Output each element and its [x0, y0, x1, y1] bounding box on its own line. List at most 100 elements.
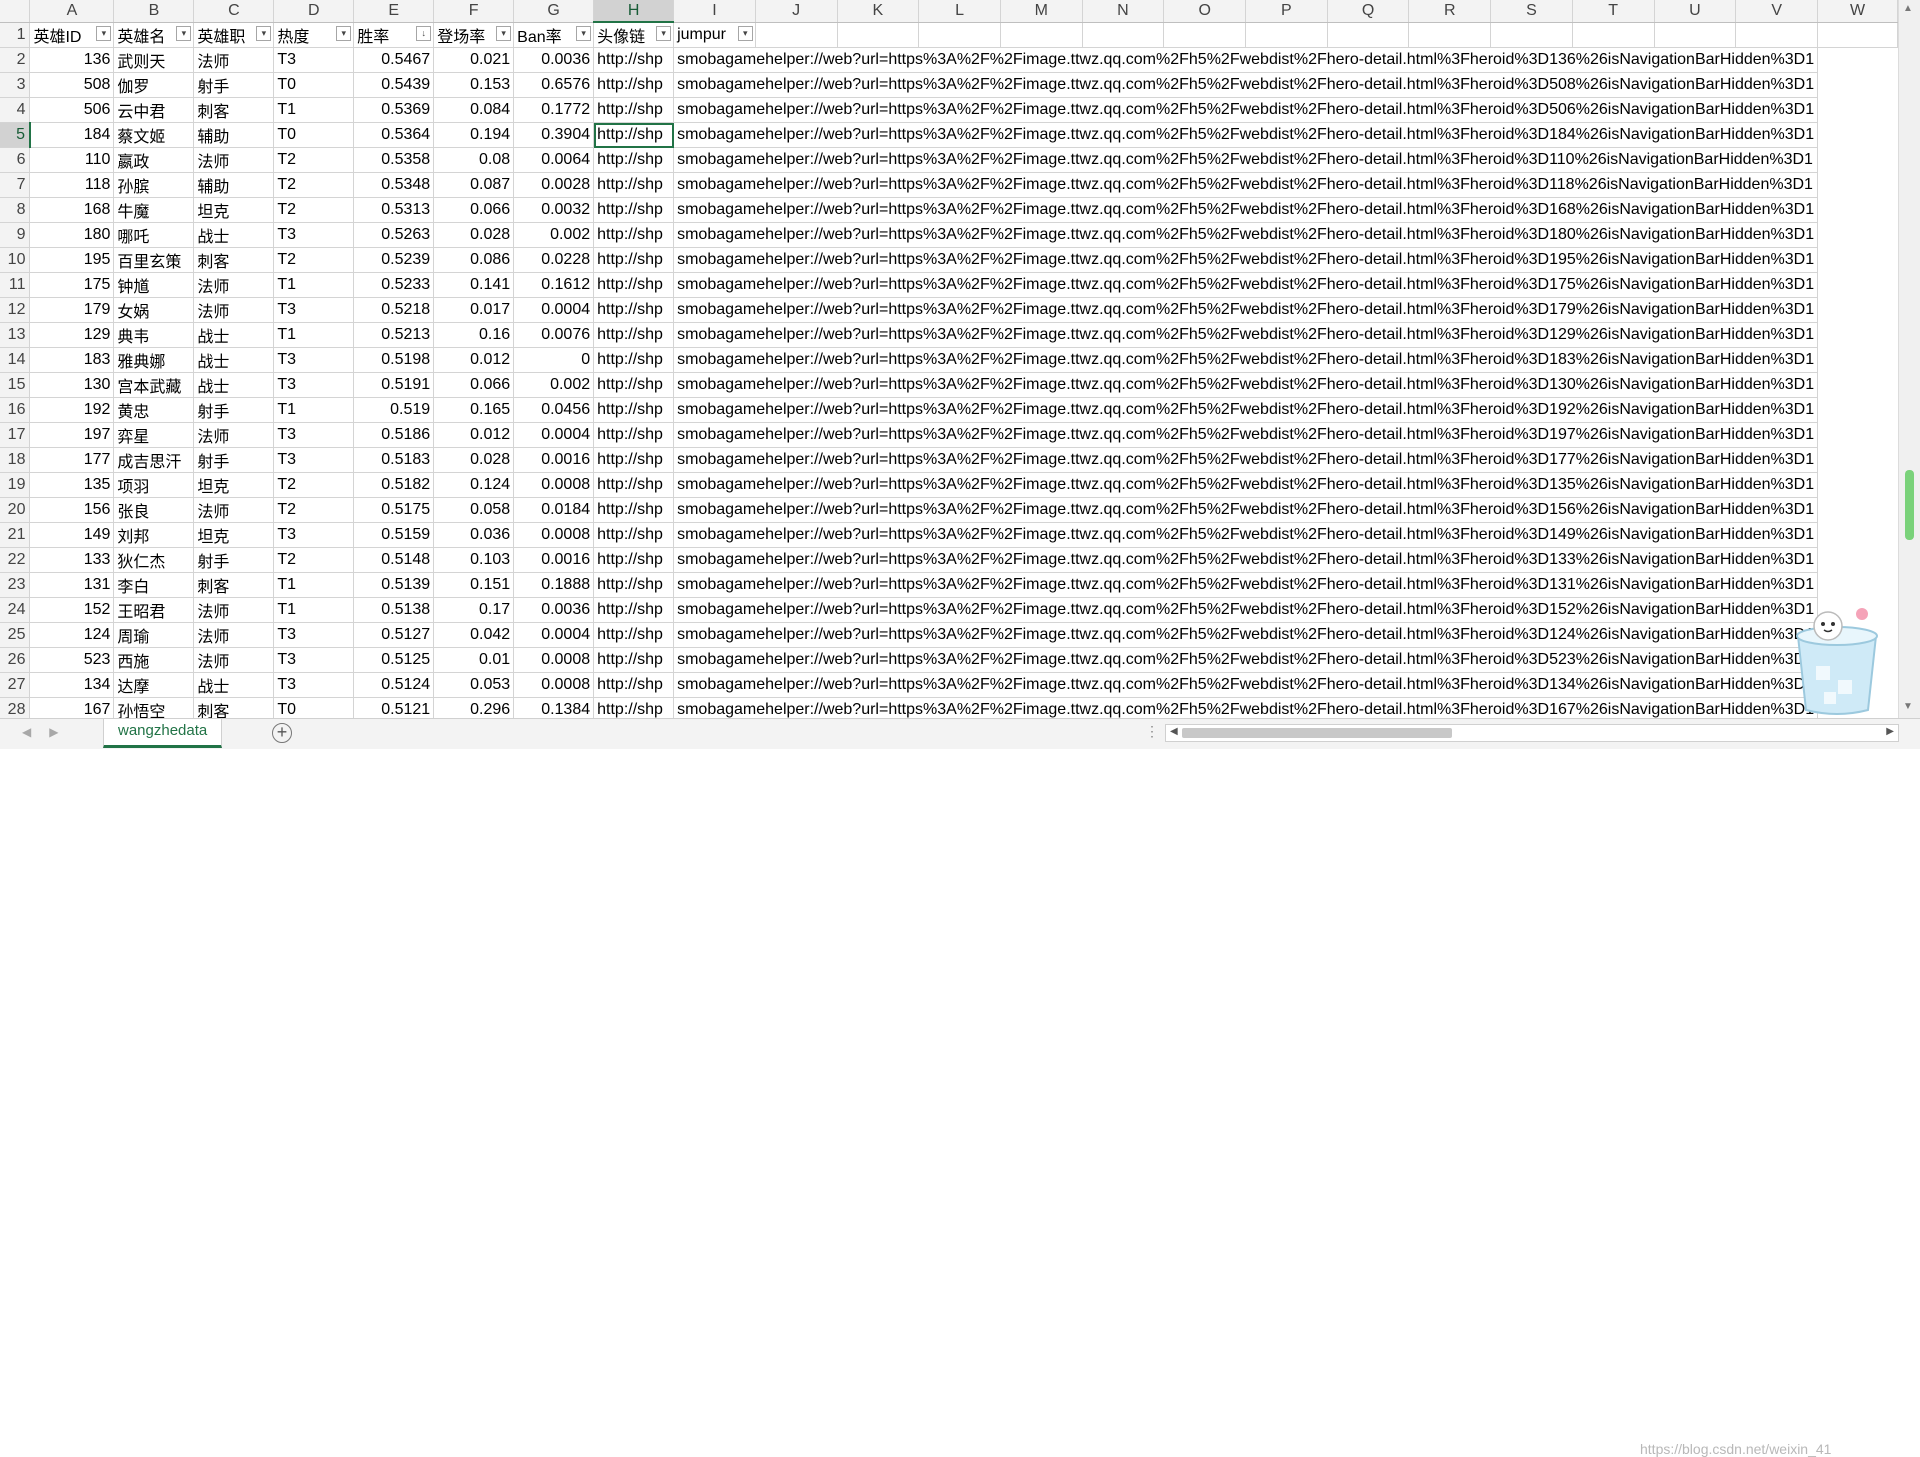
cell-ban-rate[interactable]: 0	[513, 347, 595, 373]
row-header[interactable]: 10	[0, 247, 31, 273]
cell-jump-url[interactable]: smobagamehelper://web?url=https%3A%2F%2F…	[673, 522, 1819, 548]
cell-win-rate[interactable]: 0.5213	[353, 322, 435, 348]
cell-hero-name[interactable]: 武则天	[113, 47, 195, 73]
cell-hero-name[interactable]: 孙膑	[113, 172, 195, 198]
cell-hero-name[interactable]: 女娲	[113, 297, 195, 323]
cell-hero-id[interactable]: 130	[29, 372, 115, 398]
row-header[interactable]: 24	[0, 597, 31, 623]
horizontal-scrollbar[interactable]: ◀ ▶	[1165, 724, 1899, 742]
cell-avatar-link[interactable]: http://shp	[593, 147, 675, 173]
cell-pick-rate[interactable]: 0.165	[433, 397, 515, 423]
cell-hero-id[interactable]: 508	[29, 72, 115, 98]
cell-pick-rate[interactable]: 0.17	[433, 597, 515, 623]
cell-heat[interactable]: T3	[273, 672, 355, 698]
row-header[interactable]: 25	[0, 622, 31, 648]
column-header-V[interactable]: V	[1735, 0, 1819, 23]
row-header[interactable]: 3	[0, 72, 31, 98]
cell-pick-rate[interactable]: 0.021	[433, 47, 515, 73]
cell-hero-role[interactable]: 辅助	[193, 122, 275, 148]
cell-ban-rate[interactable]: 0.0004	[513, 422, 595, 448]
cell-hero-name[interactable]: 孙悟空	[113, 697, 195, 718]
cell-pick-rate[interactable]: 0.08	[433, 147, 515, 173]
cell-avatar-link[interactable]: http://shp	[593, 297, 675, 323]
cell-win-rate[interactable]: 0.5175	[353, 497, 435, 523]
cell-hero-id[interactable]: 134	[29, 672, 115, 698]
cell-hero-id[interactable]: 149	[29, 522, 115, 548]
row-header[interactable]: 18	[0, 447, 31, 473]
column-header-T[interactable]: T	[1572, 0, 1655, 23]
cell-hero-role[interactable]: 辅助	[193, 172, 275, 198]
cell-hero-name[interactable]: 典韦	[113, 322, 195, 348]
cell-heat[interactable]: T1	[273, 397, 355, 423]
header-cell-ban-rate[interactable]: Ban率 ▾	[513, 22, 595, 48]
cell-ban-rate[interactable]: 0.0036	[513, 47, 595, 73]
cell-hero-id[interactable]: 110	[29, 147, 115, 173]
filter-dropdown-icon[interactable]: ▾	[576, 25, 592, 41]
column-header-Q[interactable]: Q	[1327, 0, 1410, 23]
cell-heat[interactable]: T0	[273, 122, 355, 148]
cell-avatar-link[interactable]: http://shp	[593, 247, 675, 273]
cell-pick-rate[interactable]: 0.053	[433, 672, 515, 698]
cell-win-rate[interactable]: 0.5364	[353, 122, 435, 148]
cell-ban-rate[interactable]: 0.0184	[513, 497, 595, 523]
cell-ban-rate[interactable]: 0.0228	[513, 247, 595, 273]
empty-cell[interactable]	[1327, 22, 1410, 48]
cell-hero-role[interactable]: 刺客	[193, 247, 275, 273]
column-header-C[interactable]: C	[193, 0, 275, 23]
cell-jump-url[interactable]: smobagamehelper://web?url=https%3A%2F%2F…	[673, 297, 1819, 323]
cell-pick-rate[interactable]: 0.103	[433, 547, 515, 573]
cell-ban-rate[interactable]: 0.0032	[513, 197, 595, 223]
empty-cell[interactable]	[837, 22, 920, 48]
cell-jump-url[interactable]: smobagamehelper://web?url=https%3A%2F%2F…	[673, 247, 1819, 273]
cell-hero-id[interactable]: 167	[29, 697, 115, 718]
cell-jump-url[interactable]: smobagamehelper://web?url=https%3A%2F%2F…	[673, 322, 1819, 348]
cell-jump-url[interactable]: smobagamehelper://web?url=https%3A%2F%2F…	[673, 622, 1819, 648]
row-header[interactable]: 19	[0, 472, 31, 498]
cell-ban-rate[interactable]: 0.002	[513, 372, 595, 398]
cell-hero-role[interactable]: 法师	[193, 597, 275, 623]
cell-avatar-link[interactable]: http://shp	[593, 72, 675, 98]
row-header[interactable]: 1	[0, 22, 31, 48]
cell-avatar-link[interactable]: http://shp	[593, 572, 675, 598]
cell-avatar-link[interactable]: http://shp	[593, 347, 675, 373]
column-header-S[interactable]: S	[1490, 0, 1573, 23]
cell-hero-role[interactable]: 战士	[193, 222, 275, 248]
row-header[interactable]: 14	[0, 347, 31, 373]
filter-dropdown-icon[interactable]: ▾	[256, 25, 272, 41]
cell-hero-id[interactable]: 124	[29, 622, 115, 648]
cell-pick-rate[interactable]: 0.036	[433, 522, 515, 548]
cell-win-rate[interactable]: 0.5348	[353, 172, 435, 198]
cell-heat[interactable]: T1	[273, 572, 355, 598]
cell-jump-url[interactable]: smobagamehelper://web?url=https%3A%2F%2F…	[673, 122, 1819, 148]
cell-pick-rate[interactable]: 0.012	[433, 422, 515, 448]
empty-cell[interactable]	[918, 22, 1001, 48]
cell-pick-rate[interactable]: 0.153	[433, 72, 515, 98]
scroll-right-icon[interactable]: ▶	[1886, 726, 1894, 737]
column-header-M[interactable]: M	[1000, 0, 1083, 23]
row-header[interactable]: 21	[0, 522, 31, 548]
row-header[interactable]: 9	[0, 222, 31, 248]
cell-hero-role[interactable]: 法师	[193, 647, 275, 673]
column-header-R[interactable]: R	[1408, 0, 1492, 23]
cell-hero-name[interactable]: 达摩	[113, 672, 195, 698]
cell-heat[interactable]: T3	[273, 47, 355, 73]
cell-hero-role[interactable]: 战士	[193, 347, 275, 373]
sheet-nav-arrows-icon[interactable]: ◀▶	[22, 725, 76, 739]
cell-avatar-link[interactable]: http://shp	[593, 272, 675, 298]
cell-hero-name[interactable]: 哪吒	[113, 222, 195, 248]
sort-descending-icon[interactable]: ↓	[416, 25, 432, 41]
cell-avatar-link[interactable]: http://shp	[593, 322, 675, 348]
row-header[interactable]: 12	[0, 297, 31, 323]
cell-avatar-link[interactable]: http://shp	[593, 522, 675, 548]
cell-win-rate[interactable]: 0.5121	[353, 697, 435, 718]
cell-heat[interactable]: T3	[273, 222, 355, 248]
header-cell-heat[interactable]: 热度 ▾	[273, 22, 355, 48]
row-header[interactable]: 27	[0, 672, 31, 698]
cell-ban-rate[interactable]: 0.1384	[513, 697, 595, 718]
cell-avatar-link[interactable]: http://shp	[593, 172, 675, 198]
cell-ban-rate[interactable]: 0.0028	[513, 172, 595, 198]
cell-jump-url[interactable]: smobagamehelper://web?url=https%3A%2F%2F…	[673, 472, 1819, 498]
column-header-U[interactable]: U	[1654, 0, 1737, 23]
cell-hero-id[interactable]: 136	[29, 47, 115, 73]
cell-hero-id[interactable]: 197	[29, 422, 115, 448]
